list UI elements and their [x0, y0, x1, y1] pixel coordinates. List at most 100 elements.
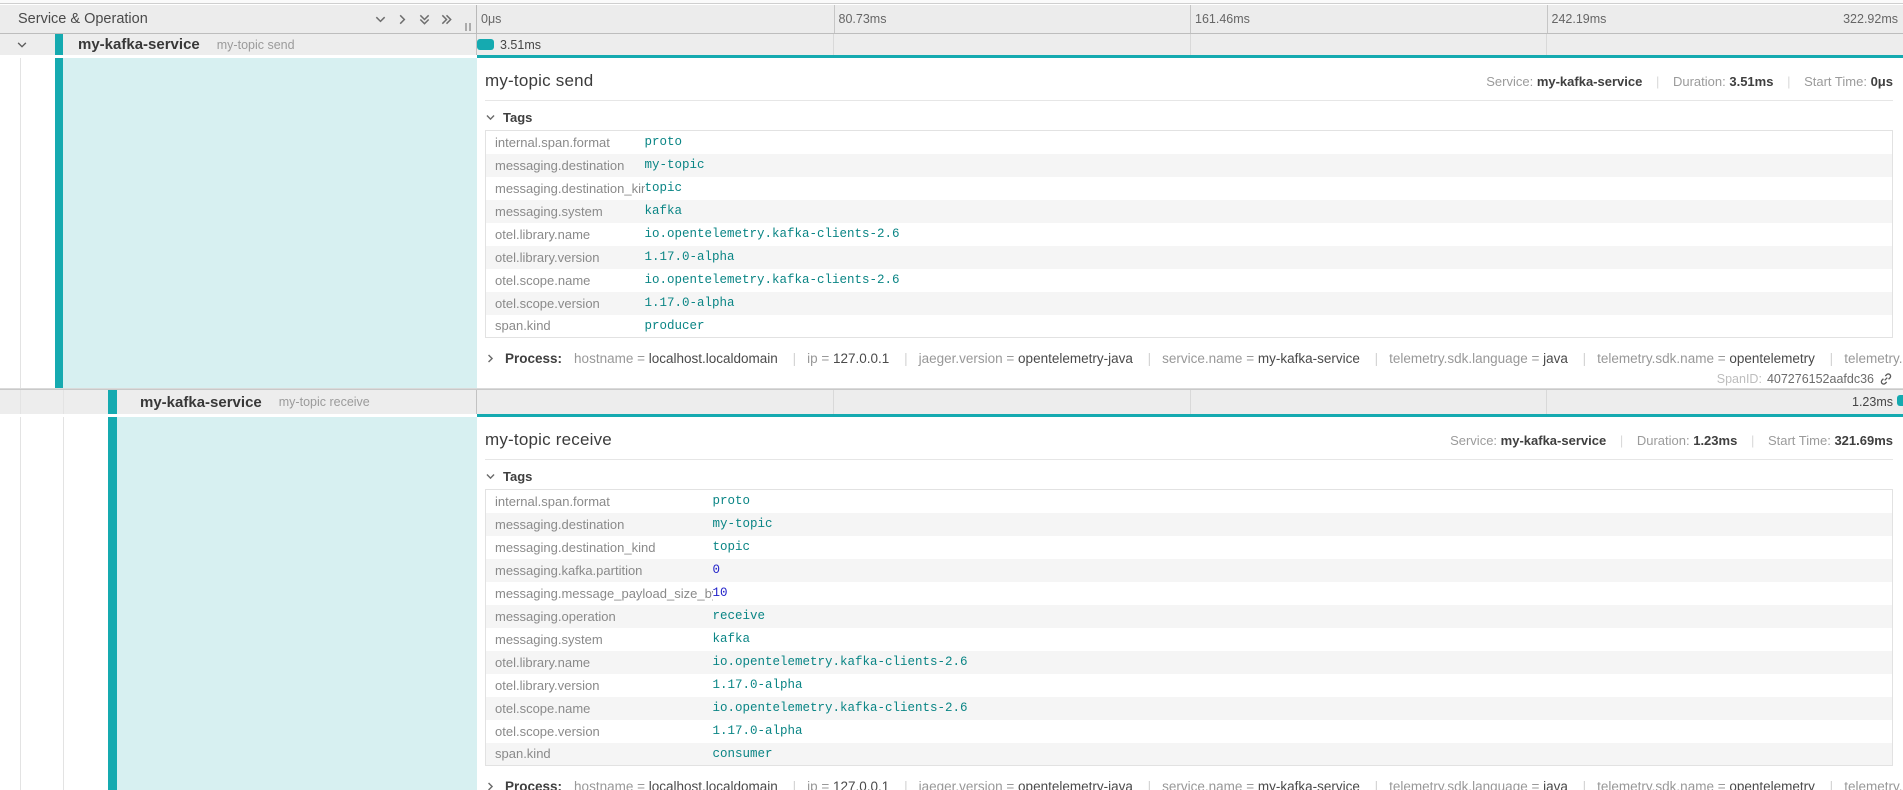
process-accordion-header[interactable]: Process: hostname = localhost.localdomai…	[485, 351, 1893, 366]
tag-key: internal.span.format	[486, 490, 713, 513]
tags-label: Tags	[503, 469, 532, 484]
link-icon[interactable]	[1879, 372, 1893, 386]
process-accordion-header[interactable]: Process: hostname = localhost.localdomai…	[485, 779, 1893, 790]
tags-table: internal.span.format proto messaging.des…	[485, 489, 1893, 766]
trace-timeline-view: Service & Operation 0μs 80.73ms 161	[0, 0, 1903, 790]
process-tag: telemetry.sdk.language = java	[1364, 351, 1568, 366]
process-label: Process:	[505, 351, 562, 366]
indent-guide	[20, 58, 21, 388]
tag-row: internal.span.format proto	[486, 131, 1893, 154]
span-duration-bar[interactable]	[1897, 395, 1903, 406]
process-tag: ip = 127.0.0.1	[782, 351, 890, 366]
meta-start-time: 321.69ms	[1834, 433, 1893, 448]
tag-row: otel.scope.version 1.17.0-alpha	[486, 292, 1893, 315]
tag-value: 1.17.0-alpha	[713, 674, 1893, 697]
timeline-tick: 322.92ms	[1843, 5, 1903, 33]
chevron-down-icon	[485, 112, 496, 123]
process-tag: telemetry.sdk.name = opentelemetry	[1572, 351, 1815, 366]
service-color-bar	[55, 34, 63, 55]
span-id-value: 407276152aafdc36	[1767, 372, 1874, 386]
tag-value: my-topic	[713, 513, 1893, 536]
tag-value: proto	[645, 131, 1893, 154]
span-detail-row-receive: my-topic receive Service: my-kafka-servi…	[0, 417, 1903, 790]
timeline-tick: 80.73ms	[834, 5, 887, 33]
tag-row: messaging.destination_kind topic	[486, 536, 1893, 559]
span-row-receive[interactable]: my-kafka-service my-topic receive 1.23ms	[0, 389, 1903, 414]
process-label: Process:	[505, 779, 562, 790]
meta-duration: 3.51ms	[1729, 74, 1773, 89]
tag-key: otel.library.name	[486, 651, 713, 674]
span-detail-title: my-topic receive	[485, 430, 612, 450]
service-operation-header: Service & Operation	[0, 5, 477, 33]
tag-value: io.opentelemetry.kafka-clients-2.6	[713, 697, 1893, 720]
span-operation-name: my-topic receive	[279, 395, 370, 409]
tag-value: kafka	[645, 200, 1893, 223]
process-tag: telemetry.sdk.version = 1.17.0	[1819, 779, 1903, 790]
collapse-children-icon[interactable]	[16, 34, 28, 55]
tag-value: topic	[645, 177, 1893, 200]
double-chevron-right-icon[interactable]	[439, 12, 454, 27]
meta-service: my-kafka-service	[1501, 433, 1607, 448]
tag-row: messaging.kafka.partition 0	[486, 559, 1893, 582]
tag-value: my-topic	[645, 154, 1893, 177]
tag-value: io.opentelemetry.kafka-clients-2.6	[645, 223, 1893, 246]
chevron-right-icon	[485, 353, 496, 364]
top-divider	[0, 0, 1903, 4]
tag-key: span.kind	[486, 315, 645, 338]
timeline-ruler[interactable]: 0μs 80.73ms 161.46ms 242.19ms 322.92ms	[477, 5, 1903, 33]
tag-row: otel.library.name io.opentelemetry.kafka…	[486, 651, 1893, 674]
chevron-down-icon[interactable]	[373, 12, 388, 27]
tag-row: otel.scope.name io.opentelemetry.kafka-c…	[486, 269, 1893, 292]
column-divider	[476, 390, 477, 414]
span-operation-name: my-topic send	[217, 38, 295, 52]
tag-value: 1.17.0-alpha	[645, 246, 1893, 269]
chevron-right-icon[interactable]	[395, 12, 410, 27]
service-color-bar	[55, 58, 63, 388]
tags-accordion-header[interactable]: Tags	[485, 110, 1893, 125]
tag-row: messaging.operation receive	[486, 605, 1893, 628]
tag-key: otel.scope.name	[486, 269, 645, 292]
indent-guide	[63, 390, 64, 414]
process-tag: telemetry.sdk.version = 1.17.0	[1819, 351, 1903, 366]
tag-key: messaging.system	[486, 628, 713, 651]
tag-row: messaging.destination my-topic	[486, 513, 1893, 536]
span-duration-label: 3.51ms	[500, 34, 541, 55]
process-tag: jaeger.version = opentelemetry-java	[893, 779, 1133, 790]
process-tag: ip = 127.0.0.1	[782, 779, 890, 790]
span-detail-meta: Service: my-kafka-service | Duration: 1.…	[1450, 433, 1893, 448]
span-duration-bar[interactable]	[477, 39, 494, 50]
timeline-tick: 242.19ms	[1547, 5, 1607, 33]
tags-label: Tags	[503, 110, 532, 125]
indent-guide	[63, 417, 64, 790]
tag-row: messaging.system kafka	[486, 200, 1893, 223]
span-id-label: SpanID:	[1717, 372, 1762, 386]
service-operation-title: Service & Operation	[18, 5, 148, 33]
tag-value: consumer	[713, 743, 1893, 766]
tag-value: producer	[645, 315, 1893, 338]
tag-value: receive	[713, 605, 1893, 628]
span-row-send[interactable]: my-kafka-service my-topic send 3.51ms	[0, 34, 1903, 55]
tag-key: span.kind	[486, 743, 713, 766]
tag-row: otel.library.name io.opentelemetry.kafka…	[486, 223, 1893, 246]
meta-duration: 1.23ms	[1693, 433, 1737, 448]
expanded-row-accent	[117, 417, 477, 790]
tag-value: 0	[713, 559, 1893, 582]
indent-guide	[20, 390, 21, 414]
tag-key: messaging.system	[486, 200, 645, 223]
column-resize-handle[interactable]	[465, 23, 471, 31]
service-color-bar	[108, 390, 117, 414]
tag-row: messaging.destination my-topic	[486, 154, 1893, 177]
tag-value: 1.17.0-alpha	[713, 720, 1893, 743]
double-chevron-down-icon[interactable]	[417, 12, 432, 27]
tag-key: messaging.operation	[486, 605, 713, 628]
tag-key: otel.library.version	[486, 674, 713, 697]
span-detail-card: my-topic receive Service: my-kafka-servi…	[477, 417, 1903, 790]
tag-row: messaging.message_payload_size_bytes 10	[486, 582, 1893, 605]
tag-key: messaging.kafka.partition	[486, 559, 713, 582]
tag-key: otel.library.name	[486, 223, 645, 246]
chevron-down-icon	[485, 471, 496, 482]
tags-table: internal.span.format proto messaging.des…	[485, 130, 1893, 338]
tag-key: otel.library.version	[486, 246, 645, 269]
tags-accordion-header[interactable]: Tags	[485, 469, 1893, 484]
tag-value: 1.17.0-alpha	[645, 292, 1893, 315]
